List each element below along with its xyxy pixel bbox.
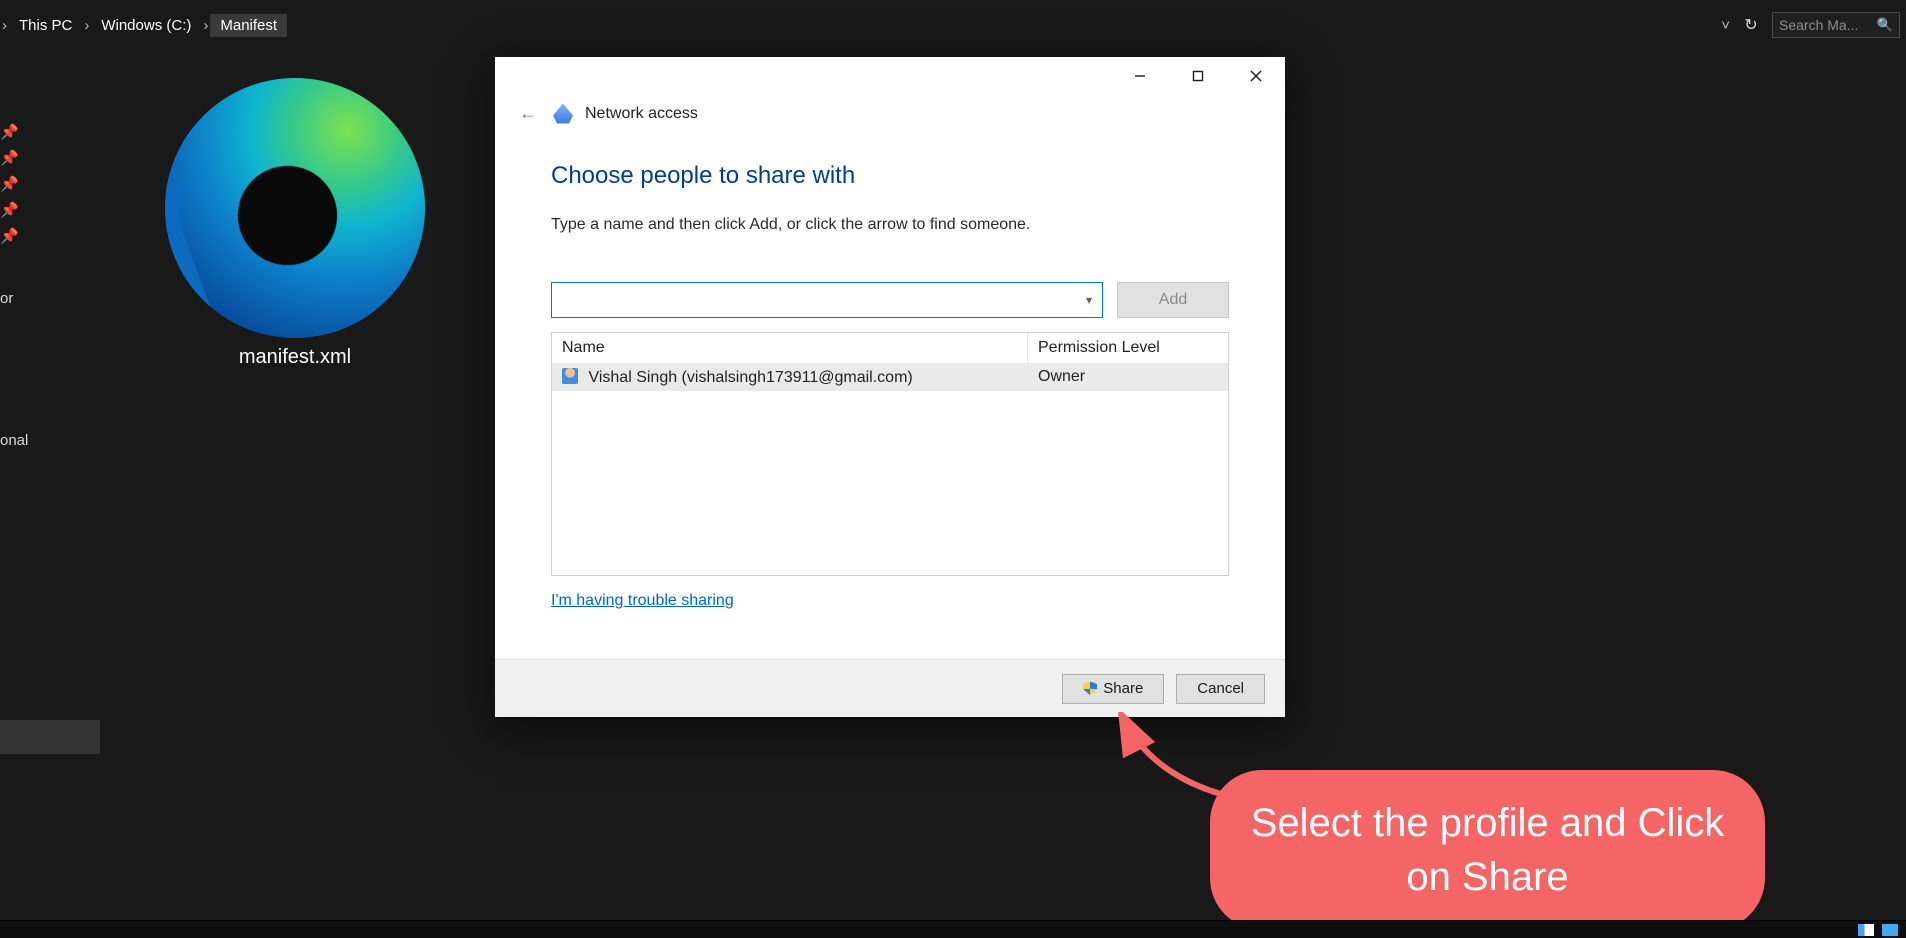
network-access-dialog: ← Network access Choose people to share … [495,57,1285,717]
breadcrumb-segment[interactable]: This PC [9,14,82,37]
share-people-list[interactable]: Name Permission Level Vishal Singh (vish… [551,332,1229,576]
search-icon: 🔍 [1877,17,1893,33]
edge-app-icon [165,78,425,338]
pin-icon: 📌 [0,175,16,193]
address-bar[interactable]: › This PC › Windows (C:) › Manifest ˅ ↻ … [0,12,1906,38]
share-name-input[interactable] [560,283,1080,317]
pin-icon: 📌 [0,149,16,167]
show-desktop-icon[interactable] [1882,924,1898,936]
pin-icon: 📌 [0,227,16,245]
share-name-combobox[interactable]: ▾ [551,282,1103,318]
window-titlebar [495,57,1285,101]
explorer-search-input[interactable]: Search Ma... 🔍 [1772,12,1900,38]
column-header-permission[interactable]: Permission Level [1028,333,1228,364]
nav-item-selected[interactable] [0,720,100,754]
search-placeholder: Search Ma... [1779,17,1858,33]
chevron-down-icon[interactable]: ▾ [1080,293,1098,307]
quick-access-pins: 📌 📌 📌 📌 📌 [0,115,100,253]
network-share-icon [553,104,573,124]
nav-item-fragment[interactable]: onal [0,432,100,449]
breadcrumb-segment[interactable]: Windows (C:) [91,14,201,37]
user-icon [562,368,578,384]
annotation-text: Select the profile and Click on Share [1240,796,1735,904]
maximize-button[interactable] [1169,57,1227,95]
list-header: Name Permission Level [552,333,1228,364]
dialog-title: Network access [585,105,698,123]
file-item[interactable]: manifest.xml [150,78,440,369]
system-tray[interactable] [1858,924,1898,936]
annotation-callout: Select the profile and Click on Share [1210,770,1765,930]
dialog-footer: Share Cancel [495,659,1285,717]
back-arrow-icon[interactable]: ← [515,99,541,128]
list-item-permission: Owner [1028,364,1228,391]
cancel-button-label: Cancel [1197,680,1244,697]
uac-shield-icon [1083,682,1097,696]
chevron-down-icon[interactable]: ˅ [1713,13,1738,38]
cancel-button[interactable]: Cancel [1176,674,1265,704]
list-item-name: Vishal Singh (vishalsingh173911@gmail.co… [588,369,912,386]
dialog-heading: Choose people to share with [551,162,1229,190]
dialog-instruction: Type a name and then click Add, or click… [551,216,1229,234]
nav-item-fragment[interactable]: or [0,290,100,307]
trouble-sharing-link[interactable]: I'm having trouble sharing [551,592,734,610]
close-button[interactable] [1227,57,1285,95]
file-name-label: manifest.xml [150,346,440,369]
chevron-right-icon: › [82,17,91,34]
share-button-label: Share [1103,680,1143,697]
add-button[interactable]: Add [1117,282,1229,318]
breadcrumb-segment-current[interactable]: Manifest [210,14,287,37]
taskbar[interactable] [0,920,1906,938]
list-item[interactable]: Vishal Singh (vishalsingh173911@gmail.co… [552,364,1228,391]
minimize-button[interactable] [1111,57,1169,95]
column-header-name[interactable]: Name [552,333,1028,364]
pin-icon: 📌 [0,201,16,219]
pin-icon: 📌 [0,123,16,141]
chevron-right-icon: › [0,17,9,34]
chevron-right-icon: › [201,17,210,34]
refresh-icon[interactable]: ↻ [1738,11,1764,39]
share-button[interactable]: Share [1062,674,1164,704]
tray-icon[interactable] [1858,924,1874,936]
